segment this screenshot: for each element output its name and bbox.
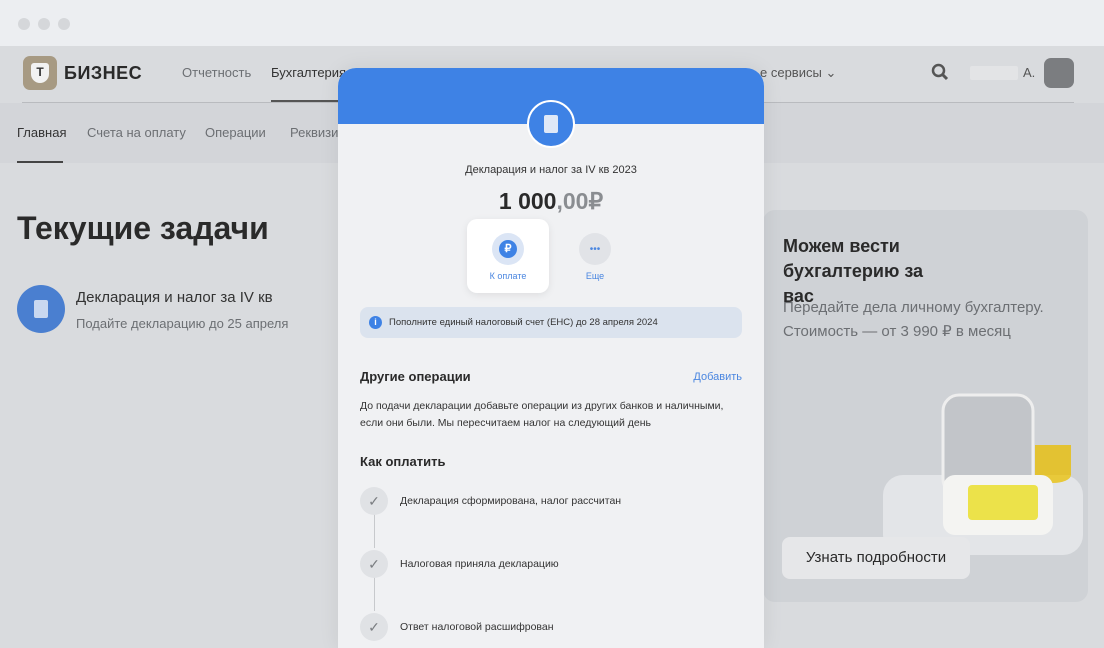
info-banner: i Пополните единый налоговый счет (ЕНС) д…: [360, 307, 742, 338]
how-to-pay-title: Как оплатить: [360, 454, 446, 469]
add-operations-link[interactable]: Добавить: [693, 371, 742, 383]
step-item: ✓ Декларация сформирована, налог рассчита…: [360, 487, 740, 517]
document-icon: [544, 115, 558, 133]
maximize-window-button[interactable]: [58, 18, 70, 30]
page-title: Текущие задачи: [17, 210, 269, 246]
subnav-home[interactable]: Главная: [17, 125, 66, 140]
nav-reporting[interactable]: Отчетность: [182, 65, 251, 80]
task-title[interactable]: Декларация и налог за IV кв: [76, 289, 273, 306]
step-item: ✓ Налоговая приняла декларацию: [360, 550, 740, 580]
check-icon: ✓: [360, 550, 388, 578]
task-icon: [17, 285, 65, 333]
company-avatar[interactable]: [1044, 58, 1074, 88]
more-label: Еще: [585, 271, 605, 281]
minimize-window-button[interactable]: [38, 18, 50, 30]
ruble-icon: ₽: [499, 240, 517, 258]
step-text: Декларация сформирована, налог рассчитан: [400, 495, 622, 507]
modal-title: Декларация и налог за IV кв 2023: [465, 164, 637, 176]
more-button[interactable]: ••• Еще: [554, 219, 636, 293]
subnav-requisites[interactable]: Реквизи: [290, 125, 338, 140]
more-dots-icon: •••: [589, 243, 601, 255]
step-connector: [374, 577, 375, 611]
brand-name: БИЗНЕС: [64, 63, 143, 83]
logo-shield-icon: Т: [31, 63, 49, 83]
pay-label: К оплате: [489, 271, 527, 281]
logo[interactable]: Т: [23, 56, 57, 90]
nav-active-underline: [271, 100, 343, 102]
amount-decimal: ,00₽: [556, 188, 604, 214]
user-initial[interactable]: А.: [1023, 65, 1035, 80]
task-subtitle: Подайте декларацию до 25 апреля: [76, 316, 289, 331]
search-icon[interactable]: [931, 63, 949, 81]
check-icon: ✓: [360, 487, 388, 515]
window-titlebar: [0, 0, 1104, 46]
info-text: Пополните единый налоговый счет (ЕНС) до…: [389, 317, 658, 328]
other-operations-text: До подачи декларации добавьте операции и…: [360, 400, 724, 429]
learn-more-button[interactable]: Узнать подробности: [782, 537, 970, 579]
pay-button[interactable]: ₽ К оплате: [467, 219, 549, 293]
subnav-active-underline: [17, 161, 63, 163]
user-name-blurred: [970, 66, 1018, 80]
info-icon: i: [369, 316, 382, 329]
amount-integer: 1 000: [498, 188, 557, 214]
nav-accounting[interactable]: Бухгалтерия: [271, 65, 346, 80]
services-label: е сервисы: [760, 65, 822, 80]
promo-card: Можем вести бухгалтерию за вас Передайте…: [763, 210, 1088, 602]
close-window-button[interactable]: [18, 18, 30, 30]
chevron-down-icon: ⌄: [825, 65, 837, 80]
subnav-operations[interactable]: Операции: [205, 125, 266, 140]
step-text: Ответ налоговой расшифрован: [400, 621, 554, 633]
subnav-invoices[interactable]: Счета на оплату: [87, 125, 186, 140]
task-detail-modal: Декларация и налог за IV кв 2023 1 000,0…: [338, 68, 764, 648]
promo-text: Передайте дела личному бухгалтеру. Стоим…: [783, 299, 1044, 340]
step-text: Налоговая приняла декларацию: [400, 558, 559, 570]
modal-icon: [527, 100, 575, 148]
step-connector: [374, 514, 375, 548]
nav-services[interactable]: е сервисы ⌄: [760, 65, 836, 81]
other-operations-title: Другие операции: [360, 369, 471, 384]
step-item: ✓ Ответ налоговой расшифрован: [360, 613, 740, 643]
document-icon: [34, 300, 48, 318]
amount: 1 000,00₽: [338, 188, 764, 215]
